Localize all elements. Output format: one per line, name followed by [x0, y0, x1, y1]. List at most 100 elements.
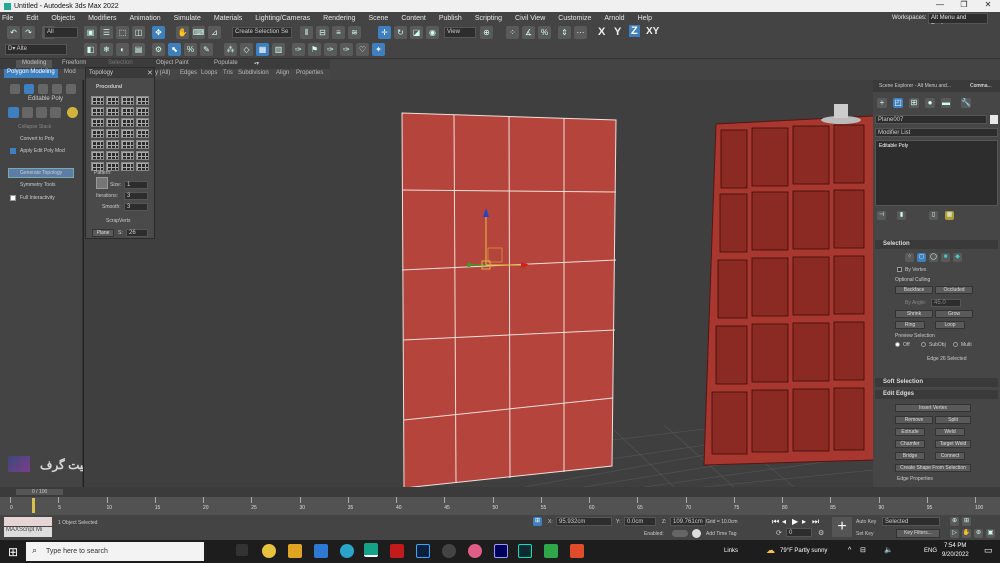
select-region-icon[interactable]: ⬉ [168, 43, 181, 56]
snaps-toggle-icon[interactable]: ⁘ [506, 26, 519, 39]
vertex-mode-icon[interactable] [10, 84, 20, 94]
teapot-object[interactable] [821, 104, 861, 124]
menu-file[interactable]: File [2, 15, 13, 22]
active-shade-icon[interactable]: ⚑ [308, 43, 321, 56]
maximize-viewport-icon[interactable]: ▣ [986, 529, 995, 538]
scene-explorer-tab[interactable]: Scene Explorer - Alt Menu and... [879, 83, 951, 89]
extrude-button[interactable]: Extrude [895, 428, 925, 436]
collapse-stack-button[interactable]: Collapse Stack [18, 124, 51, 130]
config-icon[interactable] [67, 107, 78, 118]
rect-selection-icon[interactable]: ⬚ [116, 26, 129, 39]
weather-text[interactable]: 79°F Partly sunny [780, 548, 827, 554]
menu-materials[interactable]: Materials [214, 15, 242, 22]
rotate-icon[interactable]: ↻ [394, 26, 407, 39]
axis-xy-button[interactable]: XY [646, 26, 659, 37]
s-spinner[interactable]: 26 [126, 229, 148, 237]
topology-pattern-swatch[interactable] [136, 140, 149, 149]
goto-end-icon[interactable]: ⏭ [812, 517, 819, 527]
sel-element-icon[interactable]: ◆ [953, 253, 962, 262]
taskbar-search-placeholder[interactable]: Type here to search [46, 548, 108, 555]
track-bar[interactable]: 0 5 10 15 20 25 30 35 40 45 50 55 60 65 70 75 80 85 90 95 10… [0, 497, 1000, 515]
ribbon-tab-modeling[interactable]: Modeling [16, 60, 53, 68]
auto-key-button[interactable]: Auto Key [856, 519, 876, 525]
freeze-icon[interactable]: ❄ [100, 43, 113, 56]
percent-snap-icon[interactable]: % [538, 26, 551, 39]
menu-content[interactable]: Content [401, 15, 426, 22]
time-slider[interactable]: 0 / 100 [0, 487, 1000, 497]
topology-pattern-swatch[interactable] [106, 151, 119, 160]
select-by-name-icon[interactable]: ☰ [100, 26, 113, 39]
stack-item-editable-poly[interactable]: Editable Poly [879, 143, 908, 149]
maxscript-listener[interactable]: MAXScript Mi [4, 527, 52, 537]
object-color-swatch[interactable] [990, 115, 998, 124]
menu-publish[interactable]: Publish [439, 15, 462, 22]
quick-render-icon[interactable]: ✑ [292, 43, 305, 56]
maximize-button[interactable]: ❐ [952, 0, 976, 12]
3dsmax-icon[interactable] [364, 543, 378, 557]
undo-icon[interactable]: ↶ [7, 26, 20, 39]
convert-to-poly-button[interactable]: Convert to Poly [20, 136, 54, 142]
preview-subobj-radio[interactable] [921, 342, 926, 347]
ribbon-tab-freeform[interactable]: Freeform [62, 60, 86, 68]
menu-lighting-cameras[interactable]: Lighting/Cameras [255, 15, 310, 22]
create-tab-icon[interactable]: + [877, 98, 887, 108]
perspective-viewport[interactable] [83, 80, 873, 487]
occluded-button[interactable]: Occluded [935, 286, 973, 294]
render-setup-icon[interactable]: ⚙ [152, 43, 165, 56]
window-crossing-icon[interactable]: ◫ [132, 26, 145, 39]
iterations-spinner[interactable]: 3 [124, 192, 148, 200]
shelf-unit[interactable] [703, 115, 873, 466]
set-key-big-icon[interactable]: + [832, 517, 852, 537]
task-view-icon[interactable] [236, 544, 248, 556]
redo-icon[interactable]: ↷ [22, 26, 35, 39]
subtab-tris[interactable]: Tris [223, 70, 233, 78]
ring-button[interactable]: Ring [895, 321, 925, 329]
connect-button[interactable]: Connect [935, 452, 965, 460]
full-interactivity-checkbox[interactable] [10, 195, 16, 201]
polygon-mode-icon[interactable] [52, 84, 62, 94]
grow-button[interactable]: Grow [935, 310, 973, 318]
show-result-icon[interactable]: ▮ [897, 211, 906, 220]
topology-pattern-swatch[interactable] [91, 151, 104, 160]
pan-icon[interactable]: ⊛ [974, 529, 983, 538]
sel-edge-icon[interactable]: ◻ [917, 253, 926, 262]
target-weld-button[interactable]: Target Weld [935, 440, 971, 448]
topology-pattern-swatch[interactable] [106, 140, 119, 149]
modifier-stack[interactable] [875, 140, 998, 206]
insert-vertex-button[interactable]: Insert Vertex [895, 404, 971, 412]
reference-coord-dropdown[interactable]: View [444, 27, 476, 38]
after-effects-icon[interactable] [494, 544, 508, 558]
topology-pattern-swatch[interactable] [121, 96, 134, 105]
tray-overflow-icon[interactable]: ^ [848, 547, 851, 554]
sel-border-icon[interactable]: ◯ [929, 253, 938, 262]
layer-icon[interactable]: ≡ [332, 26, 345, 39]
menu-help[interactable]: Help [638, 15, 652, 22]
split-button[interactable]: Split [935, 416, 971, 424]
axis-x-button[interactable]: X [598, 26, 605, 38]
smooth-spinner[interactable]: 3 [124, 203, 148, 211]
motion-tab-icon[interactable]: ● [925, 98, 935, 108]
maxscript-red-field[interactable] [4, 517, 52, 526]
loop-button[interactable]: Loop [935, 321, 965, 329]
add-time-tag-label[interactable]: Add Time Tag [706, 531, 736, 537]
topology-pattern-grid[interactable] [91, 96, 151, 171]
axis-y-button[interactable]: Y [614, 26, 621, 38]
shrink-button[interactable]: Shrink [895, 310, 933, 318]
frame-counter[interactable]: 0 / 100 [16, 489, 64, 495]
sel-polygon-icon[interactable]: ■ [941, 253, 950, 262]
files-icon[interactable] [288, 544, 302, 558]
time-tag-icon[interactable] [692, 529, 701, 538]
menu-customize[interactable]: Customize [558, 15, 591, 22]
weld-button[interactable]: Weld [935, 428, 965, 436]
display-icon[interactable]: ▤ [132, 43, 145, 56]
topology-pattern-swatch[interactable] [91, 96, 104, 105]
command-tab[interactable]: Comma... [970, 83, 992, 89]
menu-objects[interactable]: Objects [51, 15, 75, 22]
topology-pattern-swatch[interactable] [136, 162, 149, 171]
snap-icon[interactable]: ⊿ [208, 26, 221, 39]
backface-button[interactable]: Backface [895, 286, 933, 294]
topology-pattern-swatch[interactable] [91, 129, 104, 138]
procedural-section[interactable]: Procedural [96, 84, 122, 90]
topology-pattern-swatch[interactable] [106, 118, 119, 127]
menu-edit[interactable]: Edit [26, 15, 38, 22]
